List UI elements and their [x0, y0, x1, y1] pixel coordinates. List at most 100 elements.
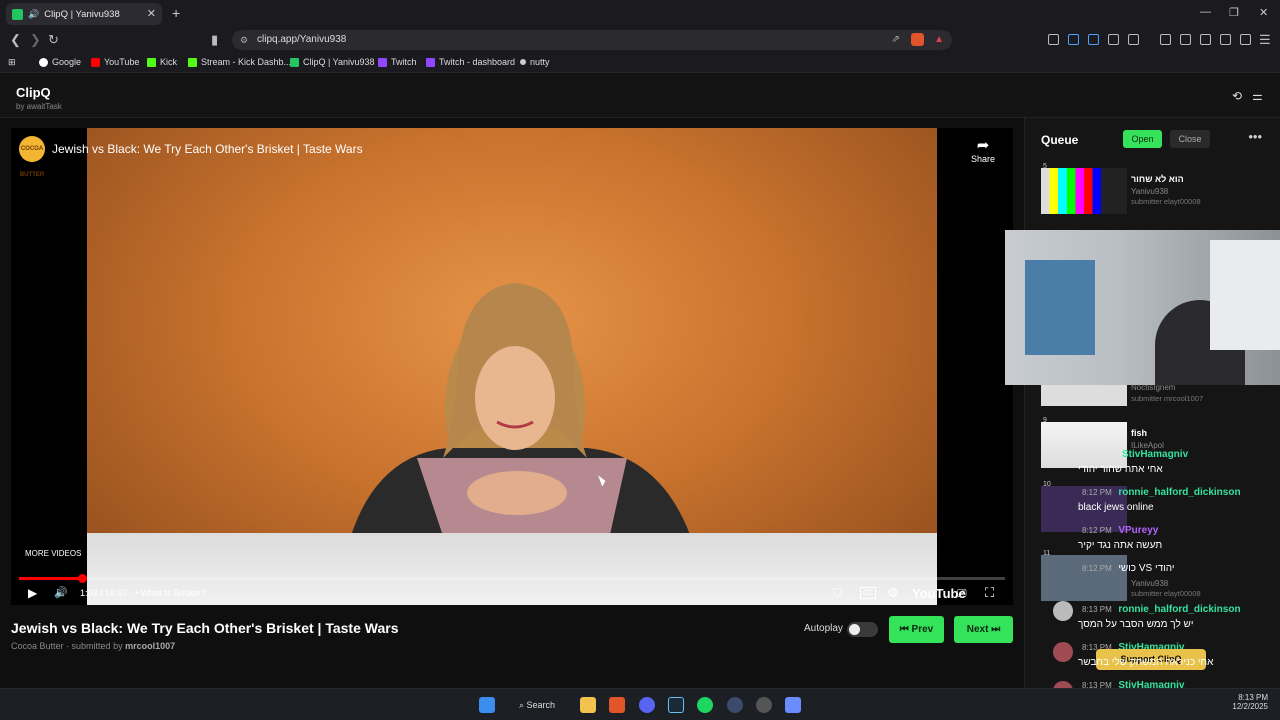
apps-grid-icon[interactable]: ⊞ [8, 57, 16, 68]
discord-icon[interactable] [639, 697, 655, 713]
minimize-icon[interactable]: — [1200, 6, 1211, 18]
queue-item[interactable]: 9 fish ILikeApol [1041, 417, 1271, 468]
new-tab-icon[interactable]: + [172, 5, 180, 21]
app-icon[interactable] [727, 697, 743, 713]
maximize-icon[interactable]: ❐ [1229, 6, 1239, 19]
bookmark-twitch[interactable]: Twitch [378, 57, 417, 67]
back-icon[interactable]: ❮ [10, 32, 21, 48]
tab-title: ClipQ | Yanivu938 [44, 8, 120, 20]
close-tab-icon[interactable]: ✕ [147, 7, 156, 20]
captions-icon[interactable]: cc [860, 587, 876, 599]
spotify-icon[interactable] [697, 697, 713, 713]
queue-item-author: Yanivu938 [1131, 187, 1169, 196]
channel-name[interactable]: Cocoa Butter [11, 641, 64, 651]
bookmark-kick[interactable]: Kick [147, 57, 177, 67]
avatar [1053, 642, 1073, 662]
autoplay-toggle[interactable] [847, 622, 878, 637]
chat-message: 8:12 PM כושי VS יהודי [1082, 563, 1174, 574]
chat-time: 8:13 PM [1082, 605, 1112, 614]
search-label: Search [526, 700, 556, 710]
time-display: 1:03 / 16:07 [80, 588, 128, 598]
taskbar-clock[interactable]: 8:13 PM 12/2/2025 [1232, 693, 1268, 711]
leo-icon[interactable] [1220, 34, 1231, 45]
player-overlay-title[interactable]: Jewish vs Black: We Try Each Other's Bri… [52, 142, 363, 156]
queue-thumbnail [1041, 422, 1127, 468]
queue-item-author: Yanivu938 [1131, 579, 1169, 588]
channel-logo[interactable]: COCOA BUTTER [19, 136, 45, 178]
player-controls: ▶ 🔊 1:03 / 16:07 • What Is Brisket? ⛉ cc… [11, 583, 1013, 605]
file-explorer-icon[interactable] [580, 697, 596, 713]
cast-icon[interactable]: ⎚ [957, 586, 967, 601]
bookmark-kick-dashboard[interactable]: Stream - Kick Dashb... [188, 57, 291, 67]
chat-message: אחי אתה שחור יהודי [1078, 464, 1163, 475]
bookmark-youtube[interactable]: YouTube [91, 57, 139, 67]
extension-icon[interactable] [1128, 34, 1139, 45]
steam-icon[interactable] [668, 697, 684, 713]
address-bar[interactable]: ⚙ clipq.app/Yanivu938 ⇗ ▲ [232, 30, 952, 50]
bookmark-label: nutty [530, 57, 550, 67]
more-videos-button[interactable]: MORE VIDEOS [25, 549, 81, 558]
play-icon[interactable]: ▶ [28, 586, 37, 600]
taskbar-search[interactable]: ⌕ Search [512, 696, 564, 714]
bookmark-nutty[interactable]: nutty [520, 57, 550, 67]
prev-button[interactable]: ⏮ Prev [889, 616, 944, 643]
avatar [1053, 601, 1073, 621]
reload-icon[interactable]: ↻ [48, 32, 59, 48]
chapter-title[interactable]: • What Is Brisket? [135, 588, 206, 598]
settings-gear-icon[interactable]: ⚙ [887, 585, 899, 601]
wallet-icon[interactable] [1200, 34, 1211, 45]
brave-rewards-icon[interactable]: ▲ [934, 30, 944, 50]
sidebar-icon[interactable] [1180, 34, 1191, 45]
next-button[interactable]: Next ⏭ [954, 616, 1013, 643]
google-icon [39, 57, 48, 67]
chat-time: 8:12 PM [1082, 526, 1112, 535]
bookmark-label: Google [52, 57, 82, 67]
scrubber-handle[interactable] [78, 574, 88, 583]
chat-text: אחי אתה שחור יהודי [1078, 464, 1163, 475]
video-player[interactable]: COCOA BUTTER Jewish vs Black: We Try Eac… [11, 128, 1013, 605]
chat-text: יש לך ממש הסבר על המסך [1078, 619, 1194, 630]
brave-icon[interactable] [609, 697, 625, 713]
bookmark-twitch-dashboard[interactable]: Twitch - dashboard [426, 57, 515, 67]
share-page-icon[interactable]: ⇗ [892, 30, 900, 50]
clock-time: 8:13 PM [1238, 693, 1268, 702]
app-icon[interactable] [785, 697, 801, 713]
queue-number: 10 [1043, 481, 1051, 488]
menu-icon[interactable]: ☰ [1259, 32, 1271, 48]
volume-icon[interactable]: 🔊 [54, 586, 68, 599]
queue-close-button[interactable]: Close [1170, 130, 1210, 148]
queue-item[interactable]: 5 הוא לא שחור Yanivu938 submitter elayt0… [1041, 163, 1271, 214]
extension-icon[interactable] [1088, 34, 1099, 45]
extension-icon[interactable] [1068, 34, 1079, 45]
twitch-icon [378, 57, 387, 67]
bookmark-label: ClipQ | Yanivu938 [303, 57, 375, 67]
brave-shields-icon[interactable] [911, 33, 924, 46]
chat-time: 8:12 PM [1082, 488, 1112, 497]
puzzle-icon[interactable] [1108, 34, 1119, 45]
queue-item[interactable]: 11 Yanivu938 submitter elayt00008 [1041, 550, 1271, 601]
share-button[interactable]: ➦ Share [971, 136, 995, 164]
sponsor-shield-icon[interactable]: ⛉ [833, 586, 842, 601]
site-settings-icon[interactable]: ⚙ [240, 30, 248, 50]
history-icon[interactable]: ⟲ [1232, 89, 1242, 103]
window-close-icon[interactable]: ✕ [1259, 6, 1268, 19]
vpn-icon[interactable] [1240, 34, 1251, 45]
media-icon[interactable] [1160, 34, 1171, 45]
queue-open-button[interactable]: Open [1123, 130, 1162, 148]
queue-thumbnail [1041, 168, 1127, 214]
more-options-icon[interactable]: ••• [1248, 129, 1262, 144]
bookmark-icon[interactable]: ▮ [211, 32, 218, 48]
app-header: ClipQ by awaitTask ⟲ ⚌ [0, 74, 1280, 118]
progress-bar[interactable] [19, 574, 1005, 583]
obs-icon[interactable] [756, 697, 772, 713]
browser-tab[interactable]: 🔊 ClipQ | Yanivu938 ✕ [6, 3, 162, 25]
settings-sliders-icon[interactable]: ⚌ [1252, 89, 1263, 103]
start-icon[interactable] [479, 697, 495, 713]
video-frame [87, 128, 937, 605]
extension-icon[interactable] [1048, 34, 1059, 45]
submitter-name: mrcool1007 [125, 641, 176, 651]
fullscreen-icon[interactable]: ⛶ [985, 585, 994, 601]
forward-icon[interactable]: ❯ [30, 32, 41, 48]
bookmark-clipq[interactable]: ClipQ | Yanivu938 [290, 57, 375, 67]
bookmark-google[interactable]: Google [39, 57, 81, 67]
